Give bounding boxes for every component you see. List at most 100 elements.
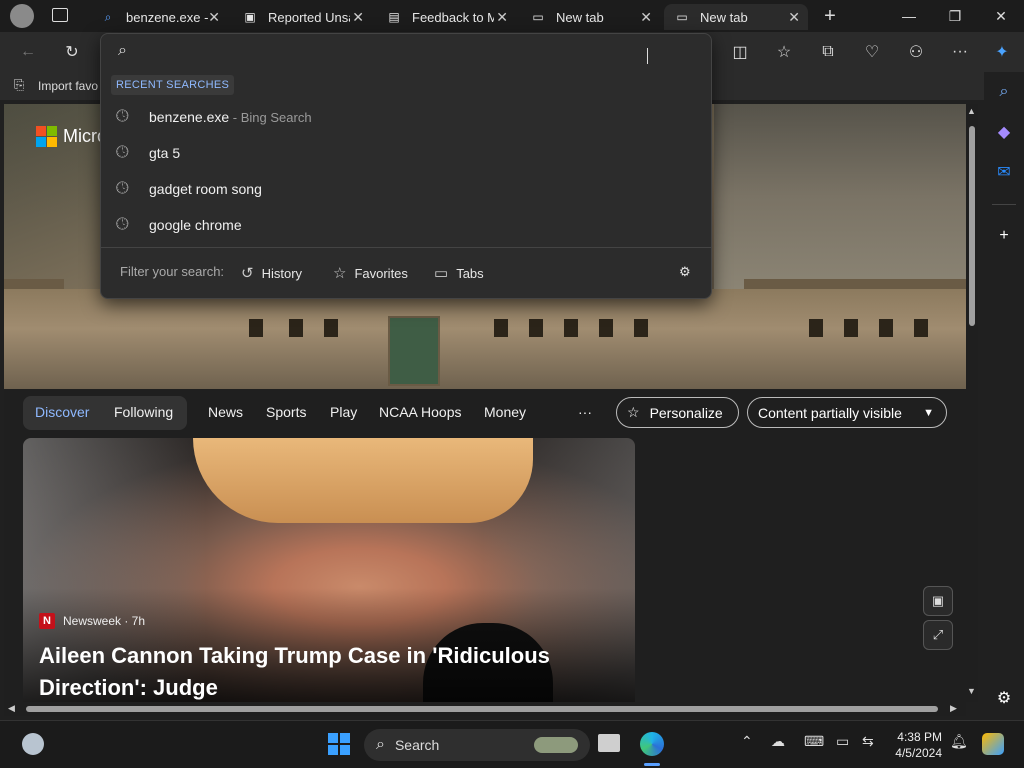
tab-discover[interactable]: Discover bbox=[35, 404, 89, 420]
recent-search-item[interactable]: 🕓︎ benzene.exe - Bing Search bbox=[101, 99, 711, 135]
start-button[interactable] bbox=[328, 733, 350, 755]
new-tab-button[interactable]: + bbox=[818, 4, 842, 28]
add-icon[interactable]: + bbox=[992, 224, 1016, 248]
notifications-icon[interactable]: 🔔︎ bbox=[950, 733, 968, 750]
split-screen-icon[interactable]: ◫ bbox=[728, 40, 752, 64]
network-icon[interactable]: ⇆ bbox=[862, 733, 874, 750]
tab-following[interactable]: Following bbox=[114, 404, 173, 420]
search-query: google chrome bbox=[149, 217, 242, 233]
history-icon: 🕓︎ bbox=[116, 144, 129, 161]
onedrive-icon[interactable]: ☁ bbox=[771, 733, 785, 750]
nav-news[interactable]: News bbox=[208, 404, 243, 420]
newsweek-icon: N bbox=[39, 613, 55, 629]
filter-favorites-label: Favorites bbox=[354, 265, 408, 281]
card-source: N Newsweek · 7h bbox=[39, 613, 145, 629]
tab-newtab-active[interactable]: ▭ New tab ✕ bbox=[664, 4, 808, 30]
tab-benzene[interactable]: ⌕ benzene.exe - ✕ bbox=[90, 4, 228, 30]
copilot-icon[interactable]: ✦ bbox=[990, 40, 1014, 64]
tab-feedback[interactable]: ▤ Feedback to M ✕ bbox=[376, 4, 516, 30]
back-icon[interactable]: ← bbox=[16, 40, 40, 64]
nav-ncaa-hoops[interactable]: NCAA Hoops bbox=[379, 404, 461, 420]
browser-essentials-icon[interactable]: ♡ bbox=[860, 40, 884, 64]
close-tab-icon[interactable]: ✕ bbox=[496, 9, 508, 26]
close-tab-icon[interactable]: ✕ bbox=[788, 9, 800, 26]
profile-avatar[interactable] bbox=[10, 4, 34, 28]
history-icon: 🕓︎ bbox=[116, 180, 129, 197]
clock[interactable]: 4:38 PM 4/5/2024 bbox=[888, 729, 942, 761]
show-hidden-icons-icon[interactable]: ⌃ bbox=[741, 733, 753, 750]
scroll-right-arrow-icon[interactable]: ▶ bbox=[950, 703, 957, 714]
weather-icon[interactable] bbox=[22, 733, 44, 755]
nav-sports[interactable]: Sports bbox=[266, 404, 306, 420]
outlook-icon[interactable]: ✉ bbox=[992, 160, 1016, 184]
vertical-scroll-thumb[interactable] bbox=[969, 126, 975, 326]
nav-play[interactable]: Play bbox=[330, 404, 357, 420]
edge-taskbar-icon[interactable] bbox=[640, 732, 664, 756]
sidebar-divider bbox=[992, 204, 1016, 205]
filter-tabs-button[interactable]: ▭ Tabs bbox=[434, 264, 484, 282]
search-query: gta 5 bbox=[149, 145, 181, 161]
hero-window bbox=[289, 319, 303, 337]
favorites-icon[interactable]: ☆ bbox=[772, 40, 796, 64]
task-view-icon[interactable] bbox=[598, 734, 620, 752]
star-icon: ☆ bbox=[333, 265, 347, 282]
taskbar-search[interactable]: ⌕ Search bbox=[364, 729, 590, 761]
hero-window bbox=[494, 319, 508, 337]
display-icon[interactable]: ▭ bbox=[836, 733, 849, 750]
personalize-button[interactable]: ☆ Personalize bbox=[616, 397, 739, 428]
source-text: Newsweek · 7h bbox=[63, 614, 146, 628]
change-background-icon[interactable]: ▣ bbox=[923, 586, 953, 616]
search-icon: ⌕ bbox=[104, 9, 112, 24]
clock-time: 4:38 PM bbox=[897, 730, 942, 744]
settings-icon[interactable]: ⚙ bbox=[679, 264, 691, 280]
content-visibility-dropdown[interactable]: Content partially visible ▼ bbox=[747, 397, 947, 428]
close-window-button[interactable]: ✕ bbox=[978, 0, 1024, 32]
collections-icon[interactable]: ⧉ bbox=[816, 40, 840, 64]
search-query: gadget room song bbox=[149, 181, 262, 197]
copilot-taskbar-icon[interactable] bbox=[982, 733, 1004, 755]
scroll-left-arrow-icon[interactable]: ◀ bbox=[8, 703, 15, 714]
filter-bar: Filter your search: ↺ History ☆ Favorite… bbox=[101, 247, 711, 299]
horizontal-scrollbar[interactable]: ◀ ▶ bbox=[4, 702, 966, 716]
tab-label: benzene.exe - bbox=[126, 9, 208, 25]
refresh-icon[interactable]: ↻ bbox=[60, 40, 84, 64]
close-tab-icon[interactable]: ✕ bbox=[352, 9, 364, 26]
recent-search-item[interactable]: 🕓︎ google chrome bbox=[101, 207, 711, 243]
recent-search-item[interactable]: 🕓︎ gta 5 bbox=[101, 135, 711, 171]
scroll-down-arrow-icon[interactable]: ▼ bbox=[967, 686, 976, 696]
settings-icon[interactable]: ⚙ bbox=[992, 686, 1016, 710]
tab-actions-icon[interactable] bbox=[52, 8, 68, 22]
filter-favorites-button[interactable]: ☆ Favorites bbox=[333, 264, 408, 282]
restore-button[interactable]: ❐ bbox=[932, 0, 978, 32]
active-app-indicator bbox=[644, 763, 660, 766]
card-headline[interactable]: Aileen Cannon Taking Trump Case in 'Ridi… bbox=[39, 640, 619, 702]
vertical-scrollbar[interactable]: ▲ ▼ bbox=[966, 104, 978, 702]
keyboard-icon[interactable]: ⌨ bbox=[804, 733, 824, 750]
history-icon: 🕓︎ bbox=[116, 216, 129, 233]
address-input[interactable] bbox=[145, 38, 695, 66]
close-tab-icon[interactable]: ✕ bbox=[208, 9, 220, 26]
news-card[interactable]: N Newsweek · 7h Aileen Cannon Taking Tru… bbox=[23, 438, 635, 702]
nav-money[interactable]: Money bbox=[484, 404, 526, 420]
horizontal-scroll-thumb[interactable] bbox=[26, 706, 938, 712]
minimize-button[interactable]: — bbox=[886, 0, 932, 32]
hero-window bbox=[844, 319, 858, 337]
import-favorites-link[interactable]: Import favo bbox=[38, 79, 98, 93]
more-options-icon[interactable]: ··· bbox=[948, 40, 972, 64]
filter-tabs-label: Tabs bbox=[456, 265, 484, 281]
extensions-icon[interactable]: ⚇ bbox=[904, 40, 928, 64]
personalize-label: Personalize bbox=[649, 404, 723, 421]
tab-reported[interactable]: ▣ Reported Unsa ✕ bbox=[232, 4, 372, 30]
microsoft-logo-icon bbox=[36, 126, 57, 147]
search-icon[interactable]: ⌕ bbox=[992, 80, 1016, 104]
close-tab-icon[interactable]: ✕ bbox=[640, 9, 652, 26]
recent-search-item[interactable]: 🕓︎ gadget room song bbox=[101, 171, 711, 207]
scroll-up-arrow-icon[interactable]: ▲ bbox=[967, 106, 976, 116]
tab-newtab-1[interactable]: ▭ New tab ✕ bbox=[520, 4, 660, 30]
history-icon: 🕓︎ bbox=[116, 108, 129, 125]
copilot-sidebar-icon[interactable]: ◆ bbox=[992, 120, 1016, 144]
filter-history-button[interactable]: ↺ History bbox=[241, 264, 302, 282]
recent-searches-label: RECENT SEARCHES bbox=[111, 75, 235, 95]
expand-icon[interactable]: ⤢ bbox=[923, 620, 953, 650]
more-nav-button[interactable]: ··· bbox=[578, 404, 592, 420]
